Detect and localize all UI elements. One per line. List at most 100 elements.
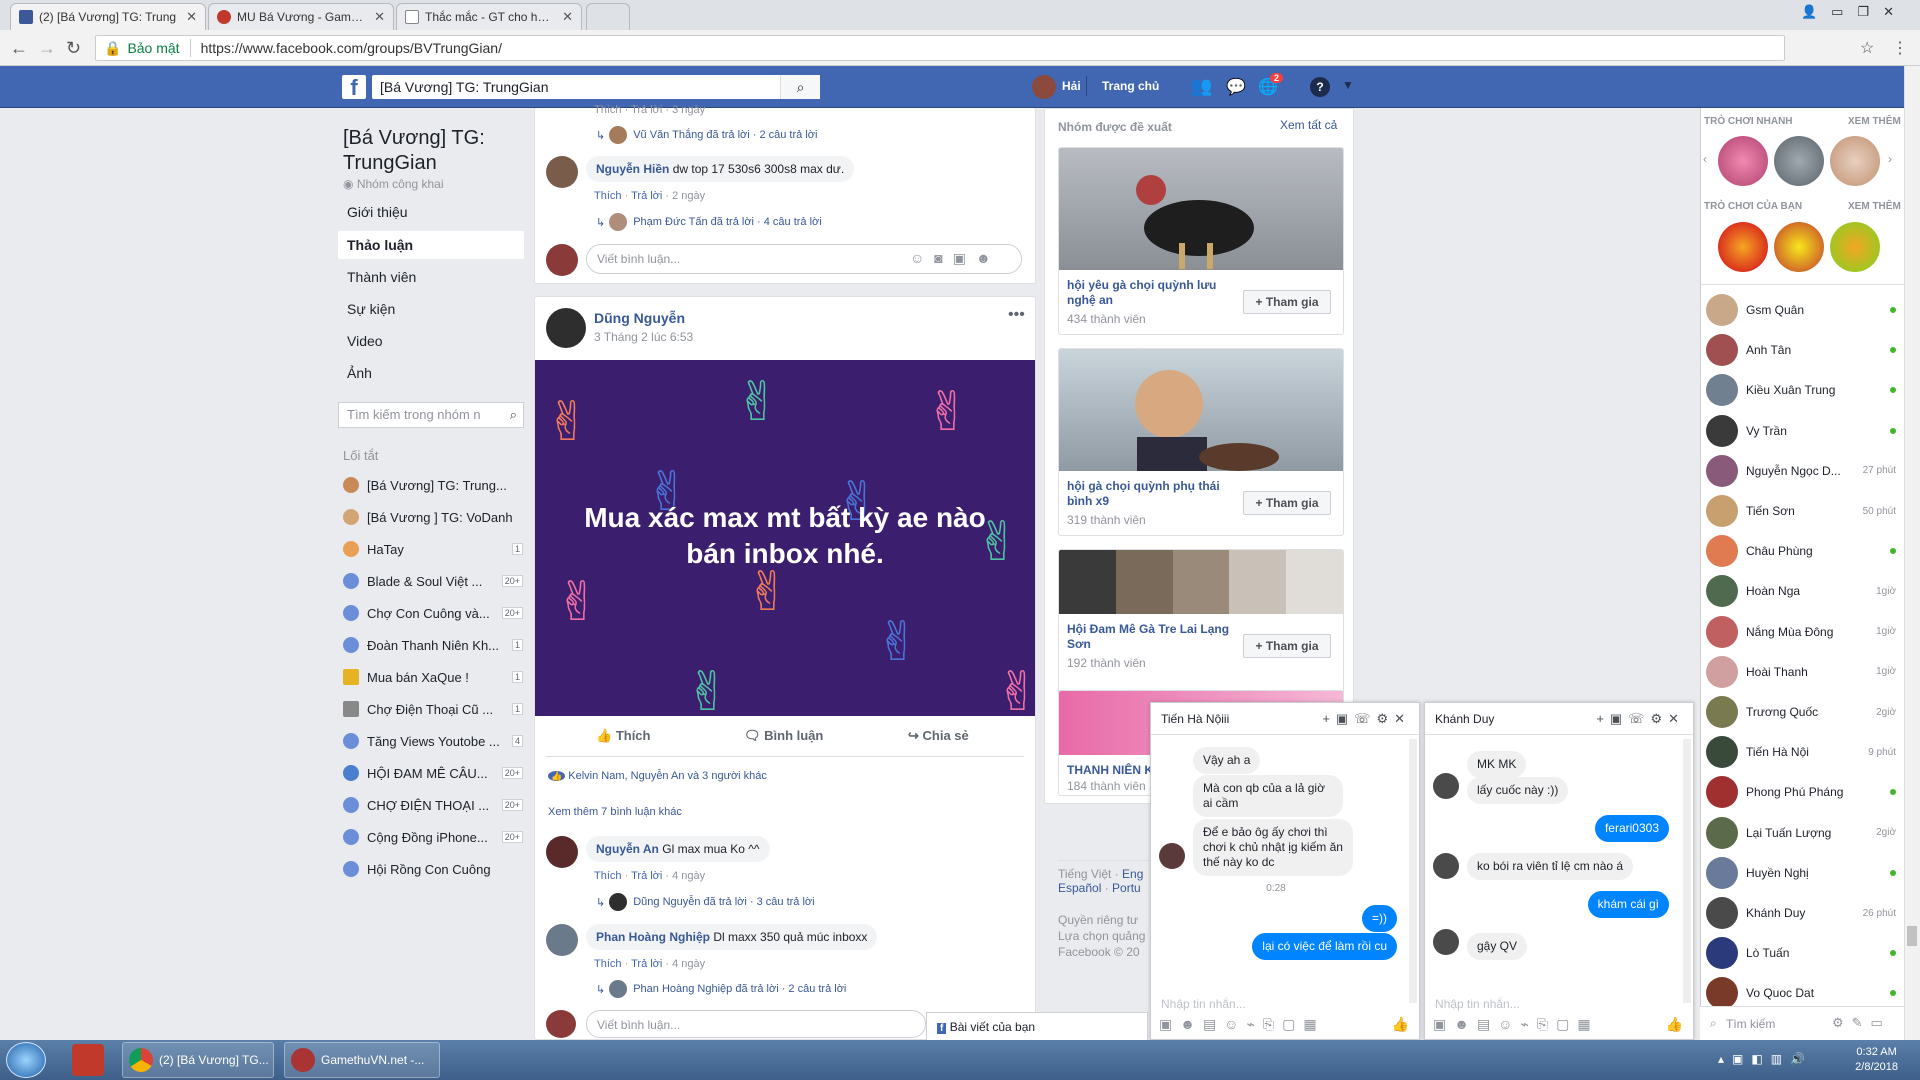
search-icon[interactable]: ⌕ bbox=[510, 403, 517, 427]
chat-contact[interactable]: Khánh Duy 26 phút bbox=[1706, 895, 1896, 931]
shortcut-item[interactable]: [Bá Vương ] TG: VoDanh bbox=[343, 506, 523, 528]
view-more-comments-link[interactable]: Xem thêm 7 bình luận khác bbox=[548, 806, 682, 818]
chat-contact[interactable]: Lò Tuấn bbox=[1706, 935, 1896, 971]
shortcut-item[interactable]: [Bá Vương] TG: Trung... bbox=[343, 474, 523, 496]
browser-tab-2[interactable]: MU Bá Vương - Gamethu ✕ bbox=[208, 3, 394, 30]
commenter-name[interactable]: Nguyễn An bbox=[596, 842, 659, 856]
game-icon[interactable] bbox=[1830, 222, 1880, 272]
commenter-name[interactable]: Nguyễn Hiền bbox=[596, 162, 669, 176]
group-title[interactable]: [Bá Vương] TG: TrungGian bbox=[343, 126, 485, 176]
shortcut-item[interactable]: HaTay 1 bbox=[343, 538, 523, 560]
suggested-group-card[interactable]: hội yêu gà chọi quỳnh lưu nghệ an 434 thà… bbox=[1058, 147, 1344, 335]
like-button[interactable]: 👍 Thích bbox=[596, 728, 650, 744]
chat-settings-icons[interactable]: ⚙✎▭ bbox=[1832, 1015, 1891, 1031]
join-group-button[interactable]: + Tham gia bbox=[1243, 290, 1331, 314]
chat-message-input[interactable]: Nhập tin nhắn... bbox=[1435, 997, 1520, 1011]
shortcut-item[interactable]: Mua bán XaQue ! 1 bbox=[343, 666, 523, 688]
search-icon[interactable]: ⌕ bbox=[780, 75, 820, 99]
shortcut-item[interactable]: Hội Rồng Con Cuông bbox=[343, 858, 523, 880]
chat-tools-icons[interactable]: ▣☻▤☺⌁⎘▢▦ bbox=[1159, 1016, 1325, 1033]
browser-tab-3[interactable]: Thắc mắc - GT cho hỏi cá ✕ bbox=[396, 3, 582, 30]
profile-link[interactable]: Hải bbox=[1062, 79, 1081, 93]
commenter-name[interactable]: Phan Hoàng Nghiệp bbox=[596, 930, 710, 944]
back-arrow-icon[interactable]: ← bbox=[10, 38, 28, 59]
taskbar-game-window[interactable]: GamethuVN.net -... bbox=[284, 1042, 440, 1078]
language-link[interactable]: Portu bbox=[1112, 881, 1141, 895]
join-group-button[interactable]: + Tham gia bbox=[1243, 634, 1331, 658]
shortcut-item[interactable]: Đoàn Thanh Niên Kh... 1 bbox=[343, 634, 523, 656]
like-link[interactable]: Thích bbox=[594, 870, 622, 882]
system-tray-icons[interactable]: ▴▣◧▥🔊 bbox=[1718, 1052, 1813, 1066]
see-more-games-link[interactable]: XEM THÊM bbox=[1848, 116, 1901, 127]
chat-window-controls[interactable]: +▣☏⚙✕ bbox=[1322, 703, 1411, 735]
chat-contact[interactable]: Phong Phú Pháng bbox=[1706, 774, 1896, 810]
bookmark-star-icon[interactable]: ☆ bbox=[1860, 38, 1874, 58]
replies-link[interactable]: ↳ Phan Hoàng Nghiệp đã trả lời · 2 câu tr… bbox=[596, 980, 846, 998]
close-tab-icon[interactable]: ✕ bbox=[374, 9, 385, 25]
more-options-icon[interactable]: ••• bbox=[1008, 306, 1025, 324]
group-name[interactable]: hội gà chọi quỳnh phụ thái bình x9 bbox=[1067, 479, 1220, 509]
comment-input[interactable]: Viết bình luận... bbox=[586, 1010, 926, 1038]
forward-arrow-icon[interactable]: → bbox=[38, 38, 56, 59]
chat-contact[interactable]: Huyền Nghị bbox=[1706, 855, 1896, 891]
comment-tools-icons[interactable]: ☺◙▣☻ bbox=[910, 250, 1001, 267]
chat-contact[interactable]: Tiến Hà Nội 9 phút bbox=[1706, 734, 1896, 770]
friend-requests-icon[interactable]: 👥 bbox=[1190, 76, 1212, 97]
facebook-logo-icon[interactable]: f bbox=[342, 75, 366, 100]
nav-events[interactable]: Sự kiện bbox=[338, 295, 524, 323]
help-icon[interactable]: ? bbox=[1310, 77, 1330, 97]
chat-contact[interactable]: Hoài Thanh 1giờ bbox=[1706, 654, 1896, 690]
replies-link[interactable]: ↳ Vũ Văn Thắng đã trả lời · 2 câu trả lời bbox=[596, 126, 817, 144]
shortcut-item[interactable]: Chợ Con Cuông và... 20+ bbox=[343, 602, 523, 624]
post-author[interactable]: Dũng Nguyễn bbox=[594, 310, 685, 326]
author-avatar[interactable] bbox=[546, 308, 586, 348]
user-avatar[interactable] bbox=[1032, 75, 1056, 99]
quick-game-thumbnail[interactable] bbox=[1830, 136, 1880, 186]
shortcut-item[interactable]: Tăng Views Youtobe ... 4 bbox=[343, 730, 523, 752]
chevron-right-icon[interactable]: › bbox=[1888, 152, 1892, 166]
quick-game-thumbnail[interactable] bbox=[1718, 136, 1768, 186]
group-name[interactable]: hội yêu gà chọi quỳnh lưu nghệ an bbox=[1067, 278, 1216, 308]
scrollbar-thumb[interactable] bbox=[1907, 926, 1917, 946]
group-name[interactable]: THANH NIÊN K bbox=[1067, 763, 1153, 778]
url-bar[interactable]: 🔒 Bảo mật https://www.facebook.com/group… bbox=[95, 35, 1785, 61]
close-tab-icon[interactable]: ✕ bbox=[562, 9, 573, 25]
like-link[interactable]: Thích bbox=[594, 958, 622, 970]
suggested-group-card[interactable]: hội gà chọi quỳnh phụ thái bình x9 319 th… bbox=[1058, 348, 1344, 536]
chat-contact[interactable]: Gsm Quân bbox=[1706, 292, 1896, 328]
thumbs-up-icon[interactable]: 👍 bbox=[1666, 1016, 1683, 1033]
new-tab-button[interactable] bbox=[586, 3, 630, 30]
chat-contact[interactable]: Châu Phùng bbox=[1706, 533, 1896, 569]
reply-link[interactable]: Trả lời bbox=[631, 958, 662, 970]
comment-button[interactable]: 🗨 Bình luận bbox=[744, 728, 823, 744]
chat-contact[interactable]: Vy Trần bbox=[1706, 413, 1896, 449]
see-more-games-link[interactable]: XEM THÊM bbox=[1848, 201, 1901, 212]
chat-scrollbar[interactable] bbox=[1409, 739, 1417, 1003]
shortcut-item[interactable]: HỘI ĐAM MÊ CÂU... 20+ bbox=[343, 762, 523, 784]
chat-search-input[interactable]: Tìm kiếm bbox=[1726, 1017, 1775, 1031]
taskbar-chrome-window[interactable]: (2) [Bá Vương] TG... bbox=[122, 1042, 274, 1078]
language-link[interactable]: Eng bbox=[1122, 867, 1143, 881]
share-button[interactable]: ↪ Chia sẻ bbox=[908, 728, 969, 744]
nav-discussion[interactable]: Thảo luận bbox=[338, 231, 524, 259]
shortcut-item[interactable]: Blade & Soul Việt ... 20+ bbox=[343, 570, 523, 592]
chat-contact[interactable]: Kiều Xuân Trung bbox=[1706, 372, 1896, 408]
reply-link[interactable]: Trả lời bbox=[631, 870, 662, 882]
chat-contact[interactable]: Trương Quốc 2giờ bbox=[1706, 694, 1896, 730]
close-tab-icon[interactable]: ✕ bbox=[186, 9, 197, 25]
window-controls[interactable]: 👤▭❐✕ bbox=[1801, 4, 1908, 20]
home-link[interactable]: Trang chủ bbox=[1102, 79, 1159, 93]
card-game-icon[interactable] bbox=[1774, 222, 1824, 272]
chat-message-input[interactable]: Nhập tin nhắn... bbox=[1161, 997, 1246, 1011]
candy-game-icon[interactable] bbox=[1718, 222, 1768, 272]
chat-contact[interactable]: Anh Tân bbox=[1706, 332, 1896, 368]
commenter-avatar[interactable] bbox=[546, 156, 578, 188]
nav-about[interactable]: Giới thiệu bbox=[338, 198, 524, 226]
shortcut-item[interactable]: Chợ Điện Thoại Cũ ... 1 bbox=[343, 698, 523, 720]
post-time[interactable]: 3 Tháng 2 lúc 6:53 bbox=[594, 330, 693, 344]
page-scrollbar[interactable] bbox=[1904, 66, 1920, 1040]
chat-window-controls[interactable]: +▣☏⚙✕ bbox=[1596, 703, 1685, 735]
group-name[interactable]: Hội Đam Mê Gà Tre Lai Lạng Sơn bbox=[1067, 622, 1229, 652]
messenger-icon[interactable]: 💬 bbox=[1226, 77, 1246, 97]
shortcut-item[interactable]: CHỢ ĐIỆN THOẠI ... 20+ bbox=[343, 794, 523, 816]
